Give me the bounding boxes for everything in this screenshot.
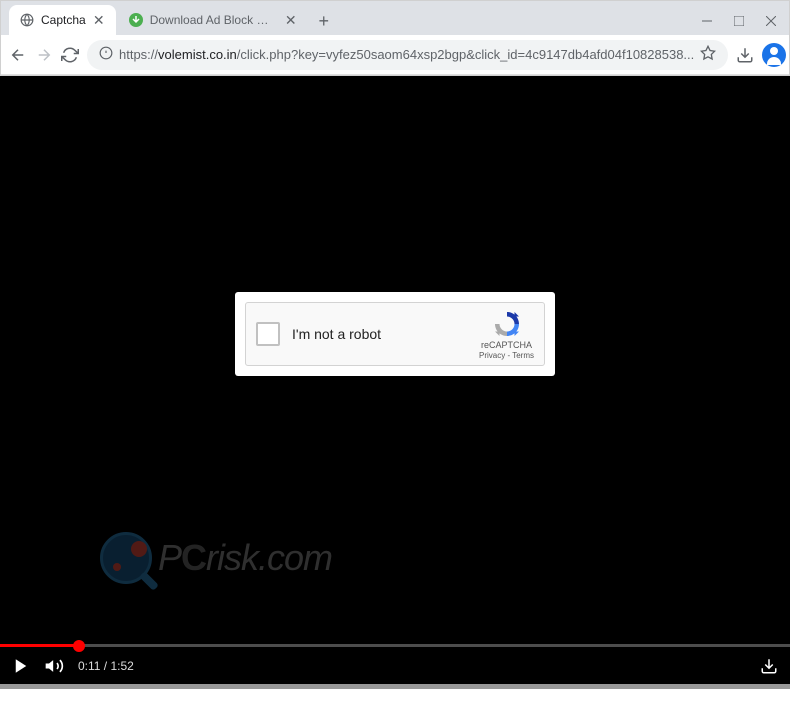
maximize-button[interactable] (725, 7, 753, 35)
play-button[interactable] (12, 657, 30, 675)
address-bar[interactable]: https://volemist.co.in/click.php?key=vyf… (87, 40, 728, 70)
watermark-text: PCrisk.com (158, 537, 332, 579)
url-text: https://volemist.co.in/click.php?key=vyf… (119, 47, 694, 62)
minimize-button[interactable] (693, 7, 721, 35)
recaptcha-icon (492, 309, 522, 339)
download-video-button[interactable] (760, 657, 778, 675)
star-icon[interactable] (700, 45, 716, 64)
video-controls: 0:11 / 1:52 (0, 644, 790, 684)
close-window-button[interactable] (757, 7, 785, 35)
close-icon[interactable]: ✕ (284, 13, 298, 27)
lock-icon (99, 46, 113, 63)
recaptcha-logo: reCAPTCHA Privacy - Terms (479, 309, 534, 360)
volume-button[interactable] (44, 656, 64, 676)
tab-title: Captcha (41, 13, 86, 27)
recaptcha-label: I'm not a robot (292, 326, 479, 342)
recaptcha-widget: I'm not a robot reCAPTCHA Privacy - Term… (245, 302, 545, 366)
progress-bar[interactable] (0, 644, 790, 647)
back-button[interactable] (9, 41, 27, 69)
download-icon (128, 12, 144, 28)
watermark-logo-icon (100, 532, 152, 584)
new-tab-button[interactable]: + (310, 7, 338, 35)
page-content: I'm not a robot reCAPTCHA Privacy - Term… (0, 76, 790, 684)
toolbar: https://volemist.co.in/click.php?key=vyf… (1, 35, 789, 75)
recaptcha-brand: reCAPTCHA (481, 340, 532, 350)
recaptcha-checkbox[interactable] (256, 322, 280, 346)
time-display: 0:11 / 1:52 (78, 659, 134, 673)
account-button[interactable] (762, 41, 786, 69)
reload-button[interactable] (61, 41, 79, 69)
recaptcha-links: Privacy - Terms (479, 351, 534, 360)
tab-adblock[interactable]: Download Ad Block Genius ✕ (118, 5, 308, 35)
captcha-container: I'm not a robot reCAPTCHA Privacy - Term… (235, 292, 555, 376)
tab-captcha[interactable]: Captcha ✕ (9, 5, 116, 35)
close-icon[interactable]: ✕ (92, 13, 106, 27)
tab-bar: Captcha ✕ Download Ad Block Genius ✕ + (1, 1, 789, 35)
privacy-link[interactable]: Privacy (479, 351, 505, 360)
control-row: 0:11 / 1:52 (0, 647, 790, 684)
terms-link[interactable]: Terms (512, 351, 534, 360)
progress-fill (0, 644, 79, 647)
tab-title: Download Ad Block Genius (150, 13, 278, 27)
forward-button[interactable] (35, 41, 53, 69)
watermark: PCrisk.com (100, 532, 332, 584)
globe-icon (19, 12, 35, 28)
bottom-border (0, 684, 790, 689)
browser-window: Captcha ✕ Download Ad Block Genius ✕ + h… (0, 0, 790, 76)
window-controls (693, 7, 789, 35)
download-icon[interactable] (736, 41, 754, 69)
